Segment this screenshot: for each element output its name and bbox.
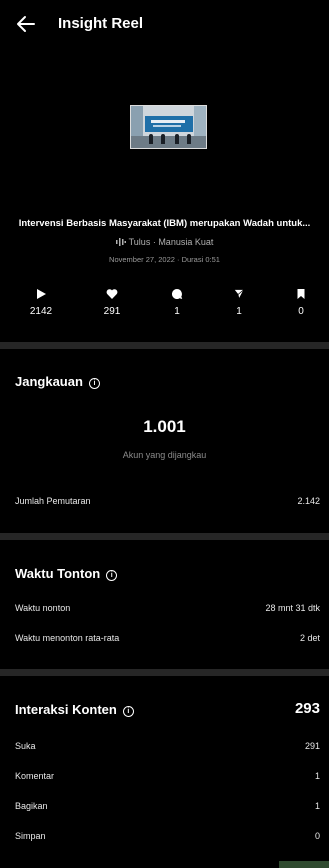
divider bbox=[0, 342, 329, 349]
watch-time-title: Waktu Tonton bbox=[15, 566, 101, 581]
plays-count: 2142 bbox=[29, 306, 53, 317]
saves-value: 0 bbox=[314, 831, 320, 841]
reach-title: Jangkauan bbox=[15, 374, 83, 389]
shares-count: 1 bbox=[236, 306, 242, 317]
watch-time-label: Waktu nonton bbox=[15, 603, 71, 613]
interactions-section-title: Interaksi Konten i bbox=[15, 702, 134, 717]
likes-label: Suka bbox=[15, 741, 36, 751]
saves-count: 0 bbox=[298, 306, 304, 317]
watch-time-value: 28 mnt 31 dtk bbox=[265, 603, 320, 613]
info-icon[interactable]: i bbox=[106, 570, 118, 581]
info-icon[interactable]: i bbox=[88, 378, 100, 389]
reel-caption: Intervensi Berbasis Masyarakat (IBM) mer… bbox=[18, 218, 311, 229]
back-button[interactable] bbox=[14, 12, 38, 36]
avg-watch-time-label: Waktu menonton rata-rata bbox=[15, 633, 120, 643]
top-bar: Insight Reel bbox=[0, 0, 329, 48]
stat-comments: 1 bbox=[157, 288, 197, 317]
stats-row: 2142 291 1 1 0 bbox=[0, 288, 329, 328]
page-title: Insight Reel bbox=[58, 15, 144, 32]
play-icon bbox=[37, 289, 46, 299]
reel-thumbnail[interactable] bbox=[130, 105, 207, 149]
info-icon[interactable]: i bbox=[122, 706, 134, 717]
audio-wave-icon bbox=[115, 238, 126, 246]
interactions-total: 293 bbox=[294, 700, 320, 717]
shares-label: Bagikan bbox=[15, 801, 48, 811]
heart-icon bbox=[106, 289, 118, 299]
accounts-reached-value: 1.001 bbox=[143, 417, 186, 436]
likes-value: 291 bbox=[304, 741, 320, 751]
divider bbox=[0, 669, 329, 676]
stat-saves: 0 bbox=[281, 288, 321, 317]
bookmark-icon bbox=[297, 289, 305, 299]
plays-label: Jumlah Pemutaran bbox=[15, 496, 91, 506]
comments-label: Komentar bbox=[15, 771, 55, 781]
accounts-reached-caption: Akun yang dijangkau bbox=[122, 450, 207, 460]
comment-icon bbox=[171, 288, 183, 299]
reel-meta: November 27, 2022 · Durasi 0:51 bbox=[109, 255, 220, 264]
plays-value: 2.142 bbox=[297, 496, 320, 506]
arrow-left-icon bbox=[17, 16, 35, 32]
stat-likes: 291 bbox=[92, 288, 132, 317]
comments-count: 1 bbox=[174, 306, 180, 317]
stat-plays: 2142 bbox=[21, 288, 61, 317]
corner-indicator bbox=[279, 861, 329, 868]
stat-shares: 1 bbox=[219, 288, 259, 317]
reel-audio[interactable]: Tulus · Manusia Kuat bbox=[0, 237, 329, 247]
avg-watch-time-value: 2 det bbox=[299, 633, 320, 643]
comments-value: 1 bbox=[314, 771, 320, 781]
audio-label: Tulus · Manusia Kuat bbox=[128, 237, 214, 247]
likes-count: 291 bbox=[103, 306, 121, 317]
reach-section-title: Jangkauan i bbox=[15, 374, 100, 389]
share-icon bbox=[233, 289, 245, 300]
saves-label: Simpan bbox=[15, 831, 46, 841]
watch-time-section-title: Waktu Tonton i bbox=[15, 566, 118, 581]
shares-value: 1 bbox=[314, 801, 320, 811]
interactions-title: Interaksi Konten bbox=[15, 702, 117, 717]
divider bbox=[0, 533, 329, 540]
